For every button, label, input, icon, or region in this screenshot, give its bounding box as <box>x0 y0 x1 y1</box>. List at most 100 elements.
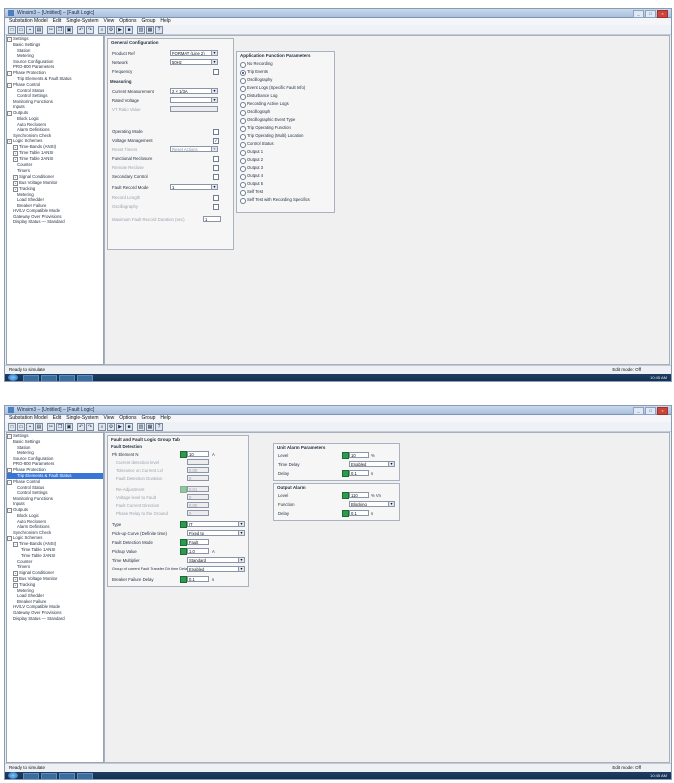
option-radio[interactable] <box>240 198 246 204</box>
expand-icon[interactable]: + <box>7 139 12 145</box>
maximize-button[interactable]: □ <box>645 10 656 18</box>
run-icon[interactable]: ▶ <box>116 26 124 34</box>
collapse-icon[interactable]: – <box>7 467 12 473</box>
option-radio[interactable] <box>240 70 246 76</box>
collapse-icon[interactable]: – <box>7 37 12 42</box>
frequency-checkbox[interactable] <box>213 69 219 75</box>
option-radio[interactable] <box>240 182 246 188</box>
new-icon[interactable]: □ <box>8 26 16 34</box>
print-icon[interactable]: ▤ <box>35 26 43 34</box>
print-icon[interactable]: ▤ <box>35 423 43 431</box>
stop-icon[interactable]: ■ <box>125 26 133 34</box>
taskbar-app-button[interactable] <box>23 773 39 779</box>
option-radio[interactable] <box>240 102 246 108</box>
collapse-icon[interactable]: – <box>7 70 12 76</box>
help-icon[interactable]: ? <box>155 26 163 34</box>
menu-item[interactable]: Edit <box>53 18 62 25</box>
fault-record-mode-select[interactable]: 1 ▼ <box>170 184 218 190</box>
reset-timers-select[interactable]: Reset Actions ▼ <box>170 146 218 152</box>
rated-voltage-select[interactable]: ▼ <box>170 97 218 103</box>
stop-icon[interactable]: ■ <box>125 423 133 431</box>
save-icon[interactable]: ▪ <box>26 26 34 34</box>
menu-item[interactable]: Options <box>119 415 136 422</box>
menu-item[interactable]: Substation Model <box>9 18 48 25</box>
expand-icon[interactable]: + <box>13 180 18 186</box>
option-radio[interactable] <box>240 110 246 116</box>
table-icon[interactable]: ▦ <box>146 423 154 431</box>
expand-icon[interactable]: + <box>13 570 18 576</box>
product-ref-select[interactable]: FORMAT (Line 2) ▼ <box>170 50 218 56</box>
maximize-button[interactable]: □ <box>645 407 656 415</box>
menu-item[interactable]: View <box>104 18 115 25</box>
table-icon[interactable]: ▦ <box>146 26 154 34</box>
max-record-duration-field[interactable]: 1 <box>203 216 221 222</box>
option-radio[interactable] <box>240 94 246 100</box>
operating-mode-checkbox[interactable] <box>213 129 219 135</box>
taskbar-app-button[interactable] <box>41 773 57 779</box>
ph-element-field[interactable]: 10 <box>187 451 209 457</box>
value-field[interactable] <box>187 459 209 465</box>
minimize-button[interactable]: _ <box>633 407 644 415</box>
run-icon[interactable]: ▶ <box>116 423 124 431</box>
value-field[interactable]: 0.00 <box>187 467 209 473</box>
collapse-icon[interactable]: – <box>7 536 12 542</box>
taskbar-app-button[interactable] <box>77 375 93 381</box>
level-field[interactable]: 110 <box>349 492 369 498</box>
function-select[interactable]: Blocking ▼ <box>349 501 395 507</box>
menu-item[interactable]: Group <box>141 18 155 25</box>
chart-icon[interactable]: ▥ <box>137 423 145 431</box>
settings-icon[interactable]: ⚙ <box>107 26 115 34</box>
redo-icon[interactable]: ↷ <box>86 26 94 34</box>
expand-icon[interactable]: + <box>13 576 18 582</box>
new-icon[interactable]: □ <box>8 423 16 431</box>
collapse-icon[interactable]: – <box>7 507 12 513</box>
help-icon[interactable]: ? <box>155 423 163 431</box>
cut-icon[interactable]: ✂ <box>47 26 55 34</box>
collapse-icon[interactable]: – <box>13 542 18 548</box>
option-radio[interactable] <box>240 166 246 172</box>
time-multiplier-select[interactable]: Standard ▼ <box>187 557 245 563</box>
menu-item[interactable]: Help <box>160 415 170 422</box>
fault-detection-mode-field[interactable]: Fault <box>187 539 209 545</box>
type-select[interactable]: IT ▼ <box>187 521 245 527</box>
breaker-failure-delay-field[interactable]: 0.1 <box>187 576 209 582</box>
paste-icon[interactable]: ▣ <box>65 423 73 431</box>
level-field[interactable]: 10 <box>349 452 369 458</box>
taskbar-app-button[interactable] <box>41 375 57 381</box>
start-button-icon[interactable] <box>8 374 18 381</box>
remote-reclose-checkbox[interactable] <box>213 165 219 171</box>
tree-item[interactable]: Display Status — Standard <box>7 616 103 622</box>
close-button[interactable]: × <box>657 10 668 18</box>
oscillography-checkbox[interactable] <box>213 204 219 210</box>
save-icon[interactable]: ▪ <box>26 423 34 431</box>
option-radio[interactable] <box>240 118 246 124</box>
delay-field[interactable]: 0.1 <box>349 470 369 476</box>
cut-icon[interactable]: ✂ <box>47 423 55 431</box>
delay-field[interactable]: 0.1 <box>349 510 369 516</box>
option-radio[interactable] <box>240 86 246 92</box>
minimize-button[interactable]: _ <box>633 10 644 18</box>
settings-icon[interactable]: ⚙ <box>107 423 115 431</box>
collapse-icon[interactable]: – <box>7 479 12 485</box>
option-radio[interactable] <box>240 78 246 84</box>
menu-item[interactable]: Options <box>119 18 136 25</box>
current-measurement-select[interactable]: 2 × 1/3A ▼ <box>170 88 218 94</box>
functional-reclosure-checkbox[interactable] <box>213 156 219 162</box>
expand-icon[interactable]: + <box>13 186 18 192</box>
pickup-value-field[interactable]: 1.0 <box>187 548 209 554</box>
open-icon[interactable]: ▭ <box>17 423 25 431</box>
option-radio[interactable] <box>240 134 246 140</box>
collapse-icon[interactable]: – <box>7 82 12 88</box>
taskbar-app-button[interactable] <box>23 375 39 381</box>
option-radio[interactable] <box>240 142 246 148</box>
taskbar-app-button[interactable] <box>77 773 93 779</box>
tree-item[interactable]: Display Status — Standard <box>7 219 103 225</box>
value-field[interactable]: 0.00 <box>187 502 209 508</box>
redo-icon[interactable]: ↷ <box>86 423 94 431</box>
collapse-icon[interactable]: – <box>7 434 12 439</box>
transfer-delay-select[interactable]: Enabled ▼ <box>187 566 245 572</box>
option-radio[interactable] <box>240 190 246 196</box>
voltage-management-checkbox[interactable]: ✓ <box>213 138 219 144</box>
option-radio[interactable] <box>240 174 246 180</box>
secondary-control-checkbox[interactable] <box>213 174 219 180</box>
